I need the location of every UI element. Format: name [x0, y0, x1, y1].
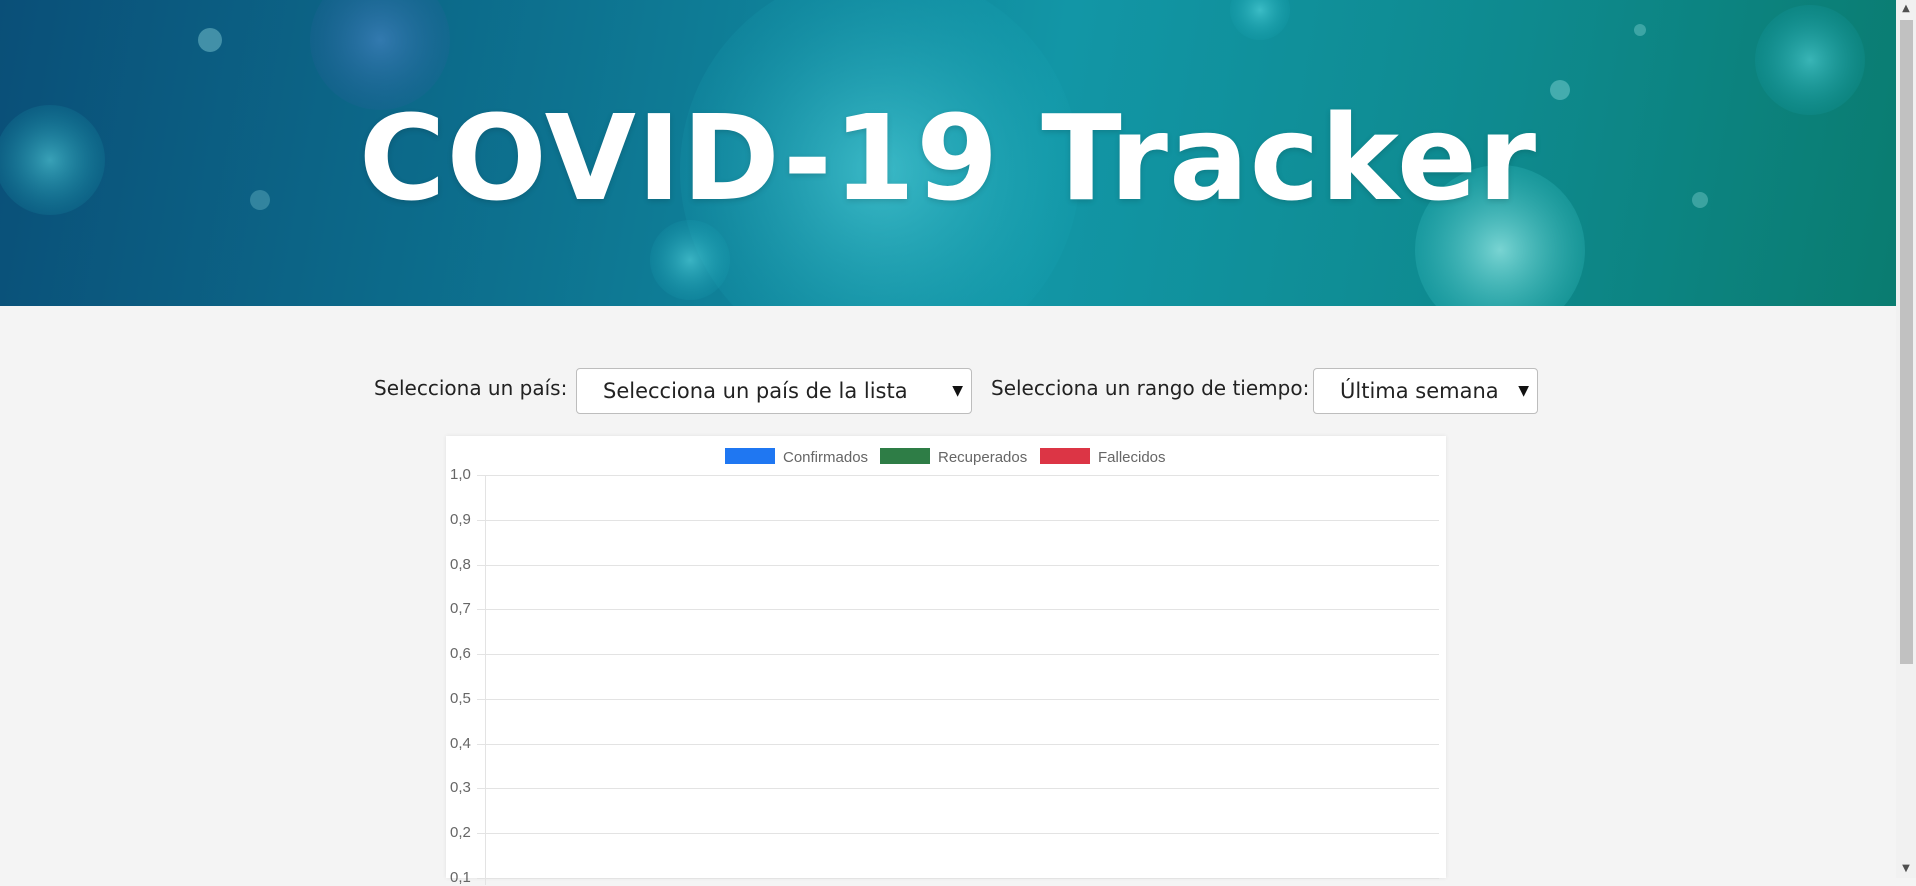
scroll-thumb[interactable]: [1900, 20, 1913, 664]
page-title: COVID-19 Tracker: [358, 89, 1538, 227]
y-tick-label: 0,8: [450, 556, 471, 573]
gridline: [477, 654, 1439, 655]
gridline: [477, 520, 1439, 521]
legend-label-fallecidos[interactable]: Fallecidos: [1098, 449, 1166, 466]
chart-container: Confirmados Recuperados Fallecidos 1,0 0…: [446, 436, 1446, 886]
gridline: [477, 565, 1439, 566]
range-select[interactable]: Última semana ▼: [1313, 368, 1538, 414]
vertical-scrollbar[interactable]: ▲ ▼: [1896, 0, 1916, 878]
gridline: [477, 699, 1439, 700]
range-select-value: Última semana: [1340, 379, 1499, 403]
scroll-up-arrow-icon[interactable]: ▲: [1896, 0, 1916, 18]
hero-banner: COVID-19 Tracker: [0, 0, 1896, 306]
y-tick-label: 0,5: [450, 690, 471, 707]
gridline: [477, 833, 1439, 834]
y-tick-label: 0,3: [450, 779, 471, 796]
country-select-value: Selecciona un país de la lista: [603, 379, 908, 403]
gridline: [477, 609, 1439, 610]
legend-swatch-fallecidos[interactable]: [1040, 448, 1090, 464]
legend-label-recuperados[interactable]: Recuperados: [938, 449, 1027, 466]
chevron-down-icon: ▼: [952, 383, 963, 399]
legend-label-confirmados[interactable]: Confirmados: [783, 449, 868, 466]
chevron-down-icon: ▼: [1518, 383, 1529, 399]
gridline: [477, 744, 1439, 745]
gridline: [477, 475, 1439, 476]
country-select[interactable]: Selecciona un país de la lista ▼: [576, 368, 972, 414]
y-tick-label: 0,4: [450, 735, 471, 752]
y-tick-label: 0,7: [450, 600, 471, 617]
legend-swatch-recuperados[interactable]: [880, 448, 930, 464]
gridline: [477, 878, 1439, 879]
y-axis: [485, 475, 486, 885]
scroll-down-arrow-icon[interactable]: ▼: [1896, 860, 1916, 878]
y-tick-label: 0,9: [450, 511, 471, 528]
country-label: Selecciona un país:: [374, 376, 568, 400]
y-tick-label: 0,6: [450, 645, 471, 662]
range-label: Selecciona un rango de tiempo:: [991, 376, 1310, 400]
y-tick-label: 0,2: [450, 824, 471, 841]
legend-swatch-confirmados[interactable]: [725, 448, 775, 464]
y-tick-label: 1,0: [450, 466, 471, 483]
gridline: [477, 788, 1439, 789]
